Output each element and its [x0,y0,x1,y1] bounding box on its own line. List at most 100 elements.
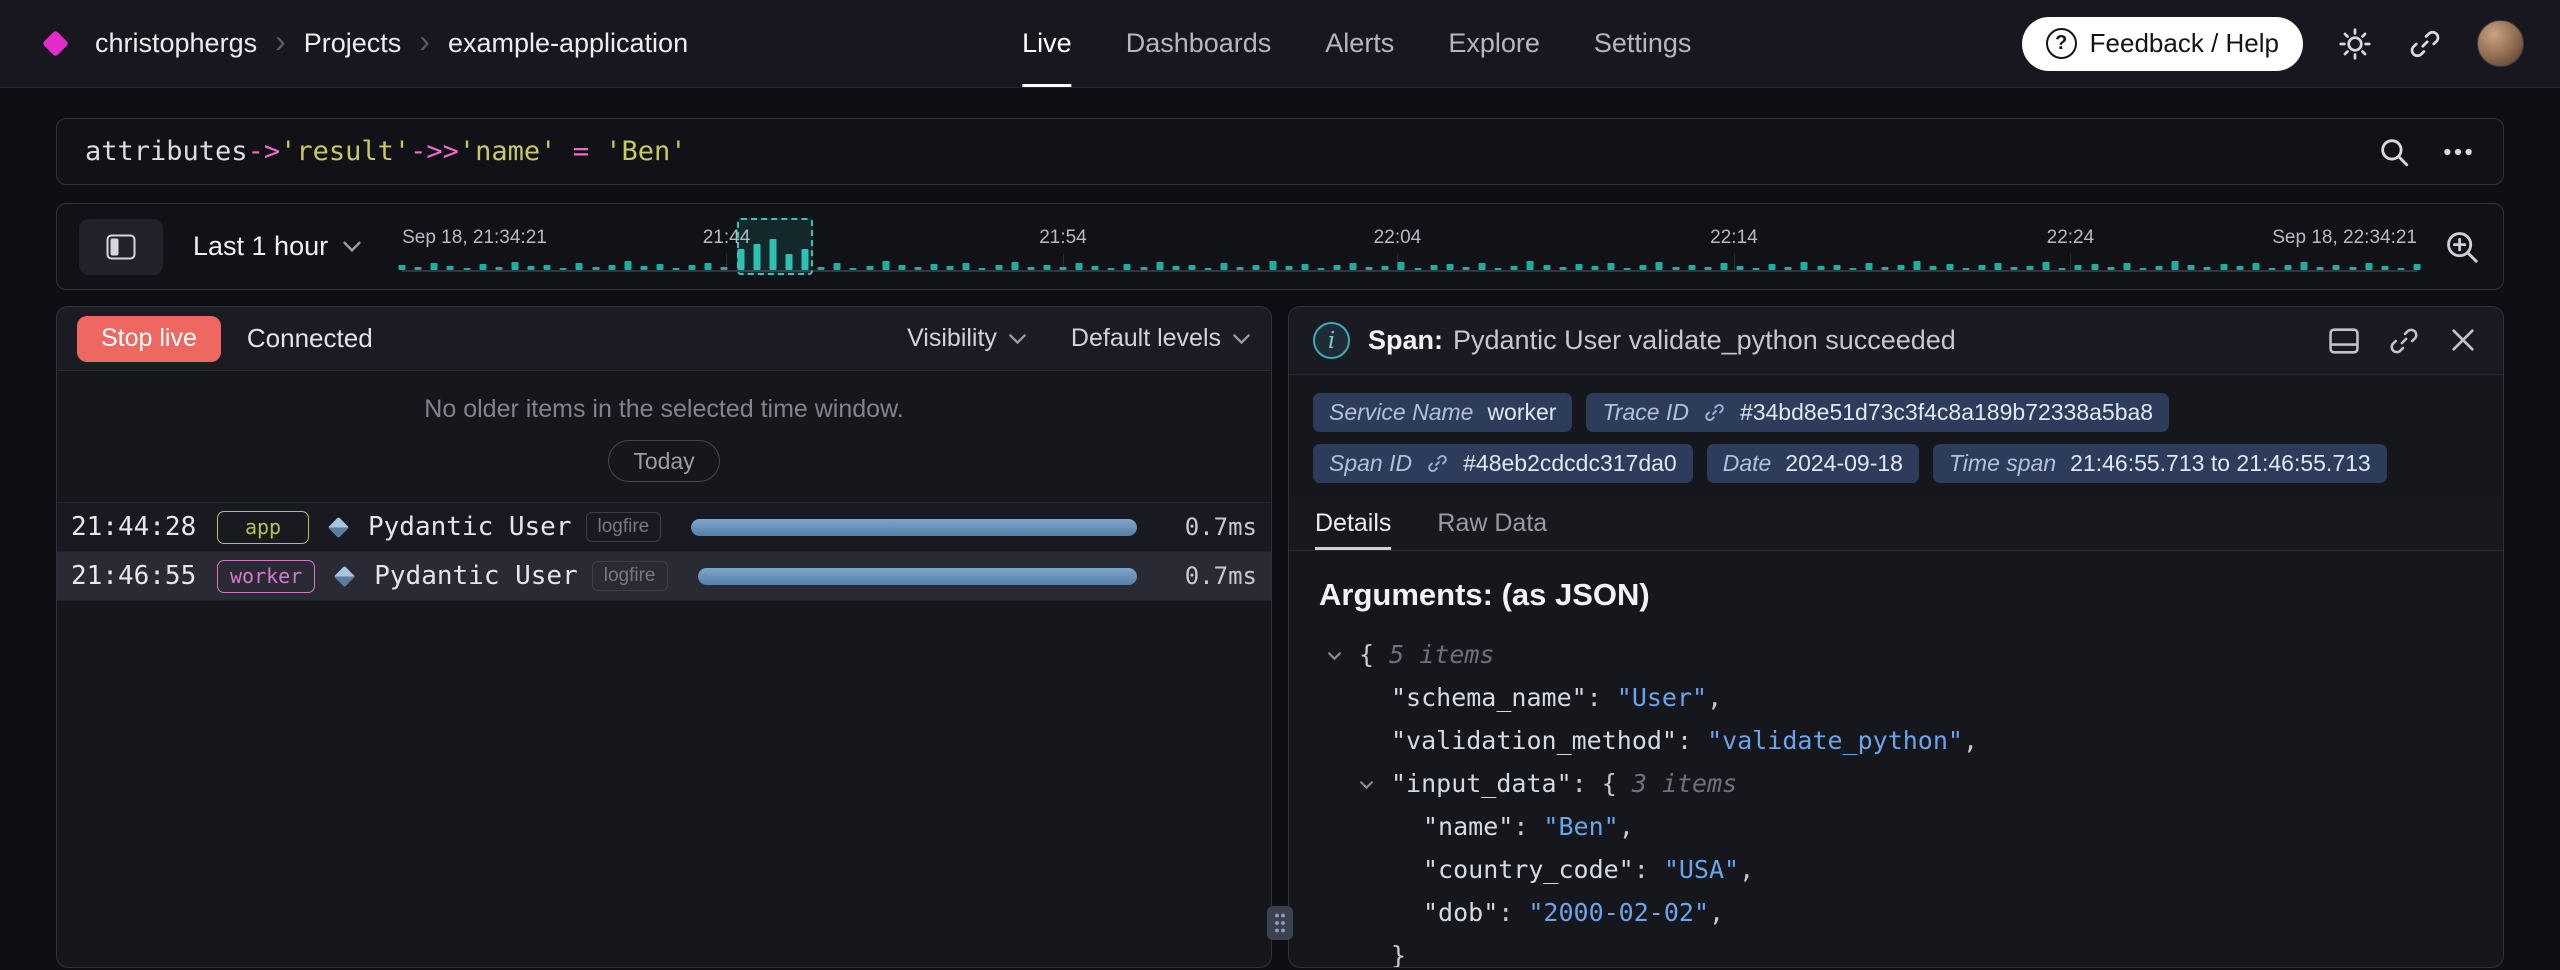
log-row[interactable]: 21:46:55 worker Pydantic User logfire 0.7ms [57,552,1271,601]
nav-item-settings[interactable]: Settings [1594,0,1692,87]
sidebar-toggle-button[interactable] [79,219,163,275]
today-button[interactable]: Today [608,440,719,482]
detail-tabs: Details Raw Data [1289,497,2503,551]
time-range-select[interactable]: Last 1 hour [193,231,362,262]
panel-divider[interactable] [1272,306,1288,968]
meta-value: worker [1487,399,1556,426]
breadcrumb-item[interactable]: christophergs [95,28,257,59]
close-icon[interactable] [2447,324,2479,358]
navbar-left: christophergs › Projects › example-applicati… [36,28,688,60]
chevron-right-icon: › [419,25,430,57]
more-options-icon[interactable] [2441,135,2475,169]
json-line: "validation_method": "validate_python", [1319,719,2473,762]
tab-details[interactable]: Details [1315,497,1391,550]
share-link-icon[interactable] [2407,26,2443,62]
timeline-end-label: Sep 18, 22:34:21 [2272,227,2417,249]
user-avatar[interactable] [2477,20,2524,67]
chevron-right-icon: › [275,25,286,57]
span-detail-header: i Span:Pydantic User validate_python suc… [1289,307,2503,375]
theme-toggle-icon[interactable] [2337,26,2373,62]
meta-label: Service Name [1329,399,1473,426]
span-meta-pill: Service Name worker [1313,393,1572,432]
meta-value: #34bd8e51d73c3f4c8a189b72338a5ba8 [1740,399,2153,426]
main-split: Stop live Connected Visibility Default l… [56,306,2504,968]
service-tag: worker [217,560,315,593]
span-name: Pydantic User [374,561,578,591]
span-detail-actions [2327,324,2479,358]
copy-link-icon[interactable] [2387,324,2421,358]
timeline-bar: Last 1 hour Sep 18, 21:34:21 Sep 18, 22:… [56,203,2504,290]
empty-state: No older items in the selected time wind… [57,371,1271,503]
default-levels-dropdown[interactable]: Default levels [1071,324,1251,353]
nav-item-explore[interactable]: Explore [1448,0,1540,87]
json-line: "country_code": "USA", [1319,848,2473,891]
span-kind-icon [334,565,355,586]
span-meta-pill: Time span21:46:55.713 to 21:46:55.713 [1933,444,2387,483]
span-title-text: Pydantic User validate_python succeeded [1453,325,1956,355]
visibility-dropdown[interactable]: Visibility [907,324,1027,353]
timeline-tick-label: 22:24 [2047,227,2095,249]
stop-live-button[interactable]: Stop live [77,316,221,362]
search-icon[interactable] [2377,135,2411,169]
span-name: Pydantic User [368,512,572,542]
row-timestamp: 21:46:55 [71,561,203,591]
zoom-icon[interactable] [2443,228,2481,266]
log-rows: 21:44:28appPydantic Userlogfire0.7ms21:4… [57,503,1271,601]
visibility-label: Visibility [907,324,997,353]
feedback-help-label: Feedback / Help [2090,28,2279,59]
span-meta-pill[interactable]: Trace ID #34bd8e51d73c3f4c8a189b72338a5ba… [1586,393,2169,432]
live-panel-header: Stop live Connected Visibility Default l… [57,307,1271,371]
json-line: "dob": "2000-02-02", [1319,891,2473,934]
navbar-right: ? Feedback / Help [2022,17,2524,71]
nav-item-alerts[interactable]: Alerts [1325,0,1394,87]
time-range-label: Last 1 hour [193,231,328,262]
logfire-logo-icon[interactable] [42,30,69,57]
span-meta: Service Name worker Trace ID #34bd8e51d73c3… [1289,375,2503,487]
timeline-tick-label: 21:54 [1039,227,1087,249]
dock-panel-icon[interactable] [2327,324,2361,358]
span-kind-icon [328,516,349,537]
span-meta-pill[interactable]: Span ID#48eb2cdcdc317da0 [1313,444,1693,483]
json-line: "schema_name": "User", [1319,676,2473,719]
link-icon [1426,452,1449,475]
tab-raw-data[interactable]: Raw Data [1437,497,1547,550]
timeline-start-label: Sep 18, 21:34:21 [402,227,547,249]
meta-value: #48eb2cdcdc317da0 [1463,450,1677,477]
timeline-tick-label: 22:14 [1710,227,1758,249]
nav-item-dashboards[interactable]: Dashboards [1126,0,1272,87]
duration-label: 0.7ms [1171,562,1257,590]
duration-bar [698,568,1138,585]
live-panel: Stop live Connected Visibility Default l… [56,306,1272,968]
json-line: { 5 items [1319,633,2473,676]
page-body: attributes->'result'->>'name' = 'Ben' La… [0,118,2560,968]
breadcrumb: christophergs › Projects › example-applicati… [95,28,688,60]
empty-message: No older items in the selected time wind… [57,395,1271,424]
meta-label: Time span [1949,450,2056,477]
feedback-help-button[interactable]: ? Feedback / Help [2022,17,2303,71]
log-row[interactable]: 21:44:28appPydantic Userlogfire0.7ms [57,503,1271,552]
timeline-selection[interactable] [737,218,814,275]
collapse-caret-icon[interactable] [1359,780,1391,790]
timeline-tick-label: 22:04 [1374,227,1422,249]
meta-label: Trace ID [1602,399,1688,426]
nav-item-live[interactable]: Live [1022,0,1072,87]
query-input[interactable]: attributes->'result'->>'name' = 'Ben' [85,136,687,167]
breadcrumb-item[interactable]: example-application [448,28,688,59]
collapse-caret-icon[interactable] [1327,651,1359,661]
info-icon: i [1313,322,1350,359]
breadcrumb-item[interactable]: Projects [304,28,402,59]
query-bar[interactable]: attributes->'result'->>'name' = 'Ben' [56,118,2504,185]
duration-label: 0.7ms [1171,513,1257,541]
question-icon: ? [2046,28,2077,59]
json-line: "name": "Ben", [1319,805,2473,848]
scope-badge: logfire [592,561,668,591]
service-tag: app [217,511,309,544]
json-tree: { 5 items"schema_name": "User","validati… [1319,633,2473,967]
drag-handle-icon[interactable] [1267,906,1293,940]
query-icons [2377,135,2475,169]
duration-bar [691,519,1137,536]
span-title: Span:Pydantic User validate_python succe… [1368,325,1956,356]
connection-status: Connected [247,323,373,354]
timeline-chart[interactable]: Sep 18, 21:34:21 Sep 18, 22:34:21 21:442… [402,214,2417,280]
span-meta-pill: Date2024-09-18 [1707,444,1919,483]
